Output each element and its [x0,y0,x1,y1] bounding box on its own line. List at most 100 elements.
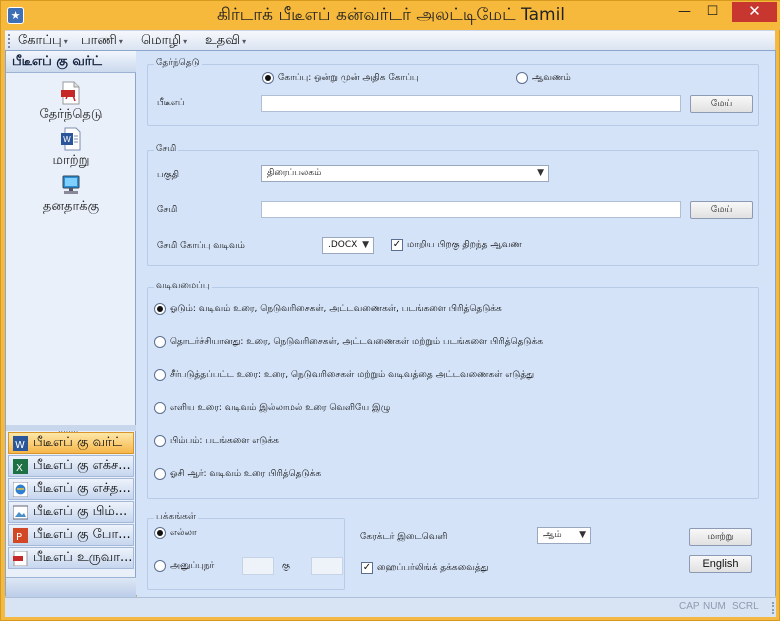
pages-range-label: அனுப்புநர் [170,561,215,571]
app-window: ★ கிர்டாக் பீடீஎப் கன்வர்டர் அலட்டிமேட் … [0,0,780,621]
chevron-down-icon: ▼ [362,240,369,250]
save-path-input[interactable] [261,201,681,218]
english-button[interactable]: English [689,555,752,573]
select-tool-label: தேர்ந்தெடு [39,107,103,122]
select-group-title: தேர்ந்தெடு [154,58,202,69]
pages-group: பக்கங்கள் எல்லா அனுப்புநர் கு [147,512,345,590]
word-document-icon: W [61,127,81,151]
hyperlink-checkbox[interactable]: ✓ [361,562,373,574]
format-select[interactable]: .DOCX ▼ [322,237,374,254]
layout-ocr-label: ஓசி ஆர்: வடிவம் உரை பிரித்தெடுக்க [170,469,322,479]
status-scrl: SCRL [732,601,759,612]
layout-group-title: வடிவமைப்பு [154,281,212,292]
nav-pdf-to-html[interactable]: பீடீஎப் கு எச்த... [8,478,134,500]
menu-bar: கோப்பு ▾ பாணி ▾ மொழி ▾ உதவி ▾ [5,30,775,50]
layout-image-label: பிம்பம்: படங்களை எடுக்க [170,436,279,446]
page-from-input[interactable] [242,557,274,575]
chevron-down-icon: ▼ [579,530,586,540]
image-icon [13,505,28,520]
layout-flowing-radio[interactable] [154,303,166,315]
html-icon [13,482,28,497]
sidebar-splitter[interactable]: ........ [6,425,136,434]
svg-text:W: W [15,440,25,451]
convert-button[interactable]: மாற்று [689,528,752,546]
open-after-checkbox[interactable]: ✓ [391,239,403,251]
radio-folder[interactable] [516,72,528,84]
menu-language[interactable]: மொழி ▾ [141,33,187,49]
status-num: NUM [703,601,726,612]
window-title: கிர்டாக் பீடீஎப் கன்வர்டர் அலட்டிமேட் Ta… [216,5,566,25]
toolbar-grip[interactable] [8,34,12,48]
main-panel: தேர்ந்தெடு கோப்பு: ஒன்று முன் அதிக கோப்ப… [137,51,775,597]
nav-pdf-to-image[interactable]: பீடீஎப் கு பிம்... [8,501,134,523]
radio-folder-label: ஆவணம் [532,73,571,83]
browse-save-button[interactable]: மேய் [690,201,753,219]
browse-pdf-button[interactable]: மேய் [690,95,753,113]
menu-help[interactable]: உதவி ▾ [205,33,246,49]
nav-pdf-to-excel[interactable]: X பீடீஎப் கு எக்ச... [8,455,134,477]
layout-image-radio[interactable] [154,435,166,447]
minimize-button[interactable]: — [671,2,698,22]
save-mode-select[interactable]: திரைப்பலகம் ▼ [261,165,549,182]
maximize-button[interactable]: ☐ [699,2,726,22]
title-bar: ★ கிர்டாக் பீடீஎப் கன்வர்டர் அலட்டிமேட் … [1,1,780,30]
convert-tool-label: மாற்று [52,153,90,168]
page-to-input[interactable] [311,557,343,575]
char-spacing-label: கேரக்டர் இடைவெளி [360,532,448,542]
layout-continuous-label: தொடர்ச்சியானது: உரை, நெடுவரிசைகள், அட்டவ… [170,337,543,347]
pages-all-radio[interactable] [154,527,166,539]
pdf-file-icon [61,81,80,105]
chevron-down-icon: ▾ [63,37,68,46]
menu-file[interactable]: கோப்பு ▾ [18,33,68,49]
computer-icon [62,175,80,194]
layout-group: வடிவமைப்பு ஓடும்: வடிவம் உரை, நெடுவரிசைக… [147,281,759,499]
layout-plain-radio[interactable] [154,402,166,414]
chevron-down-icon: ▾ [183,37,188,46]
pdf-path-input[interactable] [261,95,681,112]
svg-text:X: X [16,463,23,474]
chevron-down-icon: ▾ [118,37,123,46]
save-group-title: சேமி [154,144,179,155]
customize-tool-label: தனதாக்கு [42,199,100,214]
layout-plain-label: எளிய உரை: வடிவம் இல்லாமல் உரை வெளியே இழு [170,403,391,413]
nav-pdf-create[interactable]: பீடீஎப் உருவா... [8,547,134,569]
customize-tool[interactable]: தனதாக்கு [6,173,136,215]
layout-formatted-label: சீர்படுத்தப்பட்ட உரை: உரை, நெடுவரிசைகள் … [170,370,534,380]
pages-group-title: பக்கங்கள் [154,512,198,523]
nav-pdf-to-word[interactable]: W பீடீஎப் கு வர்ட் [8,432,134,454]
pages-all-label: எல்லா [170,528,197,538]
layout-formatted-radio[interactable] [154,369,166,381]
powerpoint-icon: P [13,528,28,543]
char-spacing-select[interactable]: ஆம் ▼ [537,527,591,544]
nav-pdf-to-powerpoint[interactable]: P பீடீஎப் கு போ... [8,524,134,546]
radio-file-label: கோப்பு: ஒன்று முன் அதிக கோப்பு [278,73,419,83]
save-mode-label: பகுதி [157,170,180,180]
pdf-create-icon [13,551,28,566]
layout-continuous-radio[interactable] [154,336,166,348]
svg-text:P: P [16,532,22,543]
pdf-field-label: பீடீஎப் [157,98,185,108]
convert-tool[interactable]: W மாற்று [6,127,136,169]
layout-ocr-radio[interactable] [154,468,166,480]
menu-style[interactable]: பாணி ▾ [81,33,123,49]
client-area: பீடீஎப் கு வர்ட் தேர்ந்தெடு W மாற்று தனத… [5,50,776,597]
select-tool[interactable]: தேர்ந்தெடு [6,81,136,123]
chevron-down-icon: ▾ [242,37,247,46]
close-button[interactable]: ✕ [732,2,777,22]
pages-to-label: கு [282,561,290,571]
select-group: தேர்ந்தெடு கோப்பு: ஒன்று முன் அதிக கோப்ப… [147,58,759,126]
save-group: சேமி பகுதி திரைப்பலகம் ▼ சேமி மேய் சேமி க… [147,144,759,266]
pages-range-radio[interactable] [154,560,166,572]
status-bar: CAP NUM SCRL [5,597,776,617]
hyperlink-label: ஹைப்பர்லிங்க் தக்கவைத்து [377,563,489,573]
layout-flowing-label: ஓடும்: வடிவம் உரை, நெடுவரிசைகள், அட்டவணை… [170,304,502,314]
save-path-label: சேமி [157,205,178,215]
radio-file[interactable] [262,72,274,84]
word-icon: W [13,436,28,451]
status-cap: CAP [679,601,700,612]
resize-grip[interactable] [764,602,774,614]
sidebar-footer [6,577,136,597]
chevron-down-icon: ▼ [537,168,544,178]
open-after-label: மாறிய பிறகு திறந்த ஆவண [407,240,522,250]
svg-text:W: W [63,135,71,144]
